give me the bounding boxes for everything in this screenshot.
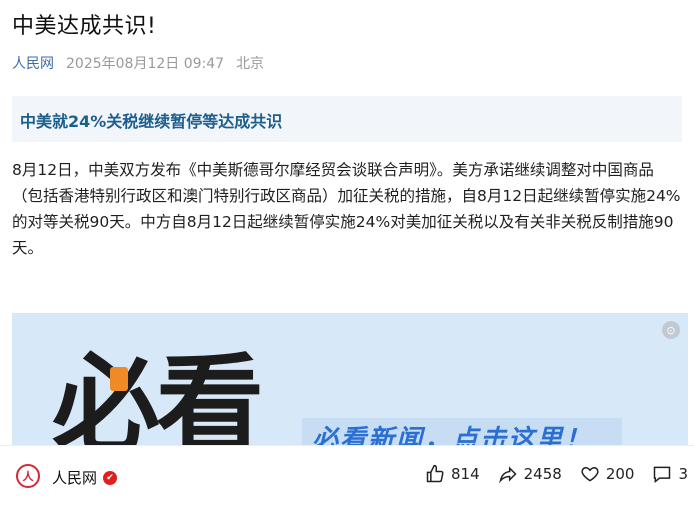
publish-location: 北京: [236, 56, 265, 72]
headline-box: 中美就24%关税继续暂停等达成共识: [12, 96, 682, 142]
account-info[interactable]: 人民网 ✔: [52, 467, 118, 488]
banner-orange-accent: [110, 367, 128, 391]
comment-icon: [654, 466, 671, 484]
article-title: 中美达成共识!: [12, 14, 157, 39]
comment-button[interactable]: 3: [652, 464, 688, 484]
article-footer: 人 人民网 ✔ 814 2458 200 3: [0, 445, 694, 506]
publish-date: 2025年08月12日 09:47: [66, 56, 225, 72]
comment-count: 3: [678, 465, 688, 483]
banner-big-text: 必看: [52, 344, 264, 446]
source-link[interactable]: 人民网: [12, 53, 54, 73]
promo-banner[interactable]: 必看 必看新闻，点击这里！ ⊙: [12, 313, 688, 445]
share-button[interactable]: 2458: [498, 464, 562, 484]
banner-slogan: 必看新闻，点击这里！: [312, 425, 593, 445]
like-count: 814: [450, 465, 480, 483]
engagement-stats: 814 2458 200 3: [425, 464, 688, 484]
account-logo[interactable]: 人: [14, 462, 42, 490]
logo-mark: 人: [16, 464, 40, 488]
favorite-count: 200: [605, 465, 635, 483]
like-button[interactable]: 814: [425, 464, 480, 484]
verified-badge-icon: ✔: [103, 470, 118, 485]
ad-corner-icon[interactable]: ⊙: [662, 321, 680, 339]
account-name: 人民网: [52, 469, 98, 487]
heart-icon: [581, 466, 599, 482]
article-paragraph: 8月12日，中美双方发布《中美斯德哥尔摩经贸会谈联合声明》。美方承诺继续调整对中…: [12, 161, 681, 257]
article-headline: 中美就24%关税继续暂停等达成共识: [20, 112, 283, 131]
favorite-button[interactable]: 200: [580, 464, 635, 484]
share-icon: [498, 466, 517, 484]
thumbs-up-icon: [426, 464, 444, 483]
share-count: 2458: [523, 465, 562, 483]
article-meta: 人民网 2025年08月12日 09:47 北京: [12, 53, 264, 73]
